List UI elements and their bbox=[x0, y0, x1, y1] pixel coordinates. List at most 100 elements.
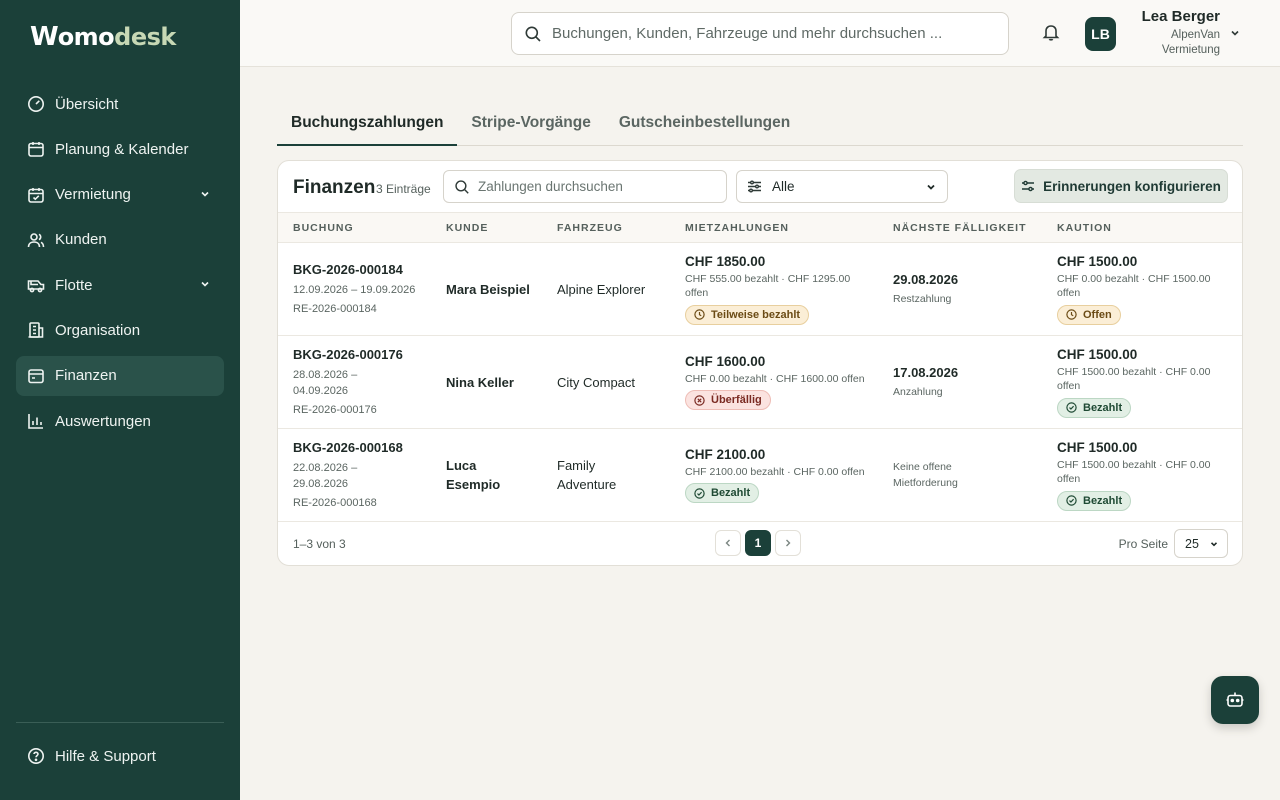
chevron-down-icon[interactable] bbox=[198, 187, 212, 201]
invoice-number: RE-2026-000168 bbox=[293, 496, 377, 509]
filter-sliders-icon bbox=[748, 180, 761, 193]
vehicle-name: Alpine Explorer bbox=[557, 281, 646, 297]
chevron-down-icon bbox=[1210, 542, 1218, 547]
tab-stripe-vorgaenge[interactable]: Stripe-Vorgänge bbox=[457, 104, 604, 146]
payment-search-input[interactable] bbox=[478, 179, 718, 194]
tab-gutscheinbestellungen[interactable]: Gutscheinbestellungen bbox=[605, 104, 804, 146]
vehicle-name: Family Adventure bbox=[557, 458, 617, 492]
col-mietzahlungen[interactable]: MIETZAHLUNGEN bbox=[670, 212, 878, 243]
global-search[interactable] bbox=[511, 12, 1009, 55]
user-company: AlpenVan Vermietung bbox=[1161, 29, 1220, 56]
deposit-paid-info: CHF 1500.00 bezahlt · CHF 0.00 offen bbox=[1057, 458, 1211, 486]
building-icon bbox=[27, 321, 45, 339]
customer-name[interactable]: Nina Keller bbox=[446, 373, 542, 392]
logo-text-main: omo bbox=[57, 23, 115, 51]
rent-amount: CHF 2100.00 bbox=[685, 446, 766, 462]
table-row[interactable]: BKG-2026-000168 22.08.2026 – 29.08.2026 … bbox=[278, 428, 1242, 522]
customer-name[interactable]: Mara Beispiel bbox=[446, 280, 542, 299]
pager: 1 bbox=[715, 530, 801, 556]
sidebar-item-label: Finanzen bbox=[55, 367, 117, 385]
prev-page-button[interactable] bbox=[715, 530, 741, 556]
deposit-amount: CHF 1500.00 bbox=[1057, 346, 1138, 362]
table-row[interactable]: BKG-2026-000184 12.09.2026 – 19.09.2026 … bbox=[278, 242, 1242, 336]
sidebar-item-label: Organisation bbox=[55, 321, 141, 339]
tab-buchungszahlungen[interactable]: Buchungszahlungen bbox=[277, 104, 458, 146]
per-page-label: Pro Seite bbox=[1118, 537, 1168, 551]
status-filter-select[interactable]: Alle bbox=[736, 170, 948, 203]
sidebar-item-kunden[interactable]: Kunden bbox=[16, 220, 224, 260]
due-label: Restzahlung bbox=[893, 292, 952, 305]
finance-tabs: Buchungszahlungen Stripe-Vorgänge Gutsch… bbox=[277, 104, 1243, 146]
clock-icon bbox=[1066, 309, 1077, 320]
sidebar: Womodesk Übersicht Planung & Kalender Ve… bbox=[0, 0, 240, 800]
status-badge: Bezahlt bbox=[1057, 397, 1132, 418]
assistant-button[interactable] bbox=[1211, 676, 1259, 724]
users-icon bbox=[27, 231, 45, 249]
deposit-amount: CHF 1500.00 bbox=[1057, 439, 1138, 455]
card-title: Finanzen bbox=[293, 177, 376, 198]
chevron-down-icon[interactable] bbox=[1228, 26, 1242, 40]
status-badge: Bezahlt bbox=[685, 483, 760, 504]
table-header-row: BUCHUNG KUNDE FAHRZEUG MIETZAHLUNGEN NÄC… bbox=[278, 212, 1242, 243]
sidebar-item-label: Flotte bbox=[55, 276, 93, 294]
settings-sliders-icon bbox=[1021, 179, 1035, 193]
col-kaution[interactable]: KAUTION bbox=[1042, 212, 1242, 243]
x-circle-icon bbox=[694, 395, 705, 406]
chevron-down-icon[interactable] bbox=[198, 277, 212, 291]
booking-id[interactable]: BKG-2026-000176 bbox=[293, 347, 431, 362]
invoice-number: RE-2026-000176 bbox=[293, 403, 377, 416]
bar-chart-icon bbox=[27, 412, 45, 430]
rent-amount: CHF 1600.00 bbox=[685, 353, 766, 369]
due-date: 29.08.2026 bbox=[893, 271, 959, 287]
sidebar-divider bbox=[16, 722, 224, 723]
configure-reminders-label: Erinnerungen konfigurieren bbox=[1043, 178, 1221, 194]
rent-paid-info: CHF 555.00 bezahlt · CHF 1295.00 offen bbox=[685, 272, 851, 300]
sidebar-item-finanzen[interactable]: Finanzen bbox=[16, 355, 224, 396]
status-label: Bezahlt bbox=[1083, 494, 1123, 507]
wallet-icon bbox=[27, 367, 45, 385]
col-fahrzeug[interactable]: FAHRZEUG bbox=[542, 212, 670, 243]
configure-reminders-button[interactable]: Erinnerungen konfigurieren bbox=[1014, 169, 1228, 203]
logo[interactable]: Womodesk bbox=[30, 20, 176, 54]
page-button-current[interactable]: 1 bbox=[745, 530, 771, 556]
sidebar-item-planung[interactable]: Planung & Kalender bbox=[16, 129, 224, 169]
sidebar-item-vermietung[interactable]: Vermietung bbox=[16, 175, 224, 215]
sidebar-item-organisation[interactable]: Organisation bbox=[16, 310, 224, 350]
vehicle-name: City Compact bbox=[557, 374, 636, 390]
status-badge: Offen bbox=[1057, 304, 1121, 325]
sidebar-item-label: Auswertungen bbox=[55, 412, 151, 430]
status-label: Überfällig bbox=[711, 394, 762, 407]
invoice-number: RE-2026-000184 bbox=[293, 302, 377, 315]
help-label: Hilfe & Support bbox=[55, 747, 156, 765]
per-page-select[interactable]: 25 bbox=[1174, 529, 1228, 558]
booking-id[interactable]: BKG-2026-000168 bbox=[293, 440, 431, 455]
top-header: LB Lea Berger AlpenVan Vermietung bbox=[240, 0, 1280, 67]
avatar[interactable]: LB bbox=[1085, 17, 1116, 51]
col-naechste-faelligkeit[interactable]: NÄCHSTE FÄLLIGKEIT bbox=[878, 212, 1042, 243]
sidebar-item-auswertungen[interactable]: Auswertungen bbox=[16, 401, 224, 441]
notification-bell-icon[interactable] bbox=[1041, 22, 1061, 42]
booking-dates: 28.08.2026 – 04.09.2026 bbox=[293, 368, 358, 397]
status-label: Bezahlt bbox=[1083, 401, 1123, 414]
sidebar-item-flotte[interactable]: Flotte bbox=[16, 265, 224, 305]
col-kunde[interactable]: KUNDE bbox=[431, 212, 542, 243]
next-page-button[interactable] bbox=[775, 530, 801, 556]
booking-id[interactable]: BKG-2026-000184 bbox=[293, 262, 431, 277]
sidebar-item-uebersicht[interactable]: Übersicht bbox=[16, 84, 224, 124]
customer-name[interactable]: Luca Esempio bbox=[446, 456, 506, 494]
search-icon bbox=[525, 26, 541, 42]
sidebar-item-label: Übersicht bbox=[55, 95, 119, 113]
calendar-icon bbox=[27, 140, 45, 158]
per-page-value: 25 bbox=[1185, 536, 1199, 551]
chevron-right-icon bbox=[786, 539, 791, 547]
payment-search[interactable] bbox=[443, 170, 727, 203]
robot-icon bbox=[1226, 692, 1244, 707]
help-support-link[interactable]: Hilfe & Support bbox=[16, 736, 224, 776]
col-buchung[interactable]: BUCHUNG bbox=[278, 212, 431, 243]
entry-count: 3 Einträge bbox=[376, 182, 431, 196]
logo-text: omodesk bbox=[57, 23, 177, 51]
user-menu[interactable]: Lea Berger AlpenVan Vermietung bbox=[1130, 8, 1220, 58]
chevron-down-icon bbox=[927, 184, 935, 190]
table-row[interactable]: BKG-2026-000176 28.08.2026 – 04.09.2026 … bbox=[278, 335, 1242, 429]
global-search-input[interactable] bbox=[552, 25, 992, 42]
